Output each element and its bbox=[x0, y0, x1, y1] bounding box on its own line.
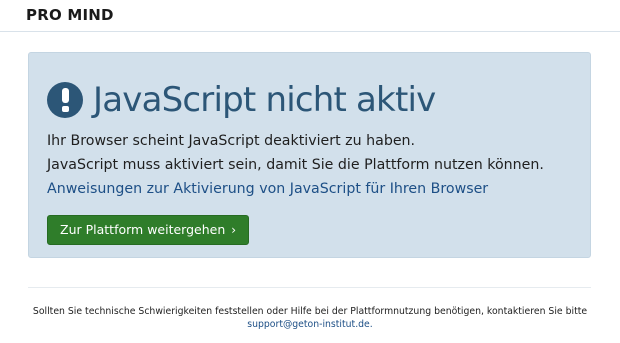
alert-message-line-1: Ihr Browser scheint JavaScript deaktivie… bbox=[47, 133, 416, 149]
continue-button-label: Zur Plattform weitergehen bbox=[60, 222, 226, 237]
logo[interactable]: PRO MIND bbox=[26, 6, 114, 24]
javascript-warning-panel: JavaScript nicht aktiv Ihr Browser schei… bbox=[28, 52, 591, 258]
exclamation-circle-icon bbox=[47, 82, 83, 118]
alert-title: JavaScript nicht aktiv bbox=[93, 80, 436, 120]
footer-support-text: Sollten Sie technische Schwierigkeiten f… bbox=[32, 306, 588, 317]
footer-divider bbox=[28, 287, 591, 288]
top-bar: PRO MIND bbox=[0, 0, 620, 32]
support-email-link[interactable]: support@geton-institut.de. bbox=[247, 319, 372, 330]
alert-message-line-2: JavaScript muss aktiviert sein, damit Si… bbox=[47, 157, 544, 173]
alert-heading: JavaScript nicht aktiv bbox=[47, 77, 436, 123]
chevron-right-icon: › bbox=[231, 223, 237, 237]
javascript-help-link[interactable]: Anweisungen zur Aktivierung von JavaScri… bbox=[47, 179, 488, 199]
footer-email-line: support@geton-institut.de. bbox=[0, 318, 620, 332]
continue-to-platform-button[interactable]: Zur Plattform weitergehen › bbox=[47, 215, 250, 245]
